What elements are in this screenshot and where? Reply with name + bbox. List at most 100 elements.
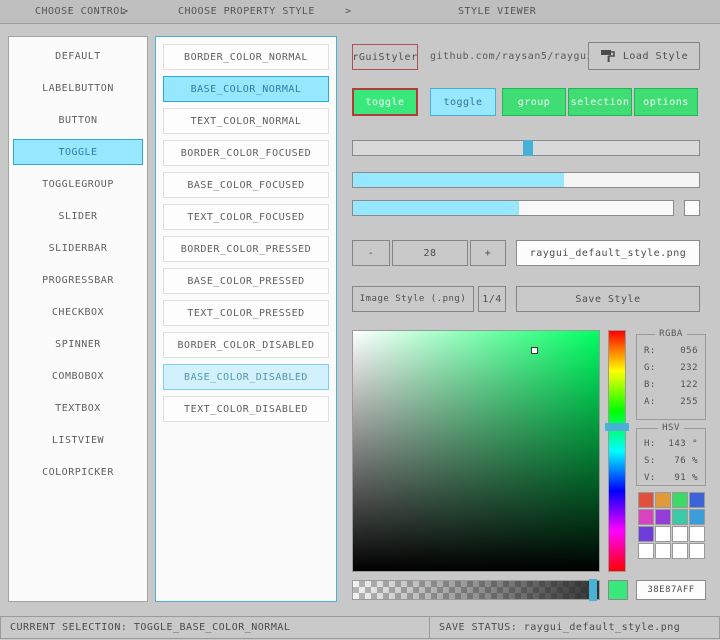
hsv-hue-row: H: 143 ° bbox=[637, 436, 705, 453]
palette-swatch[interactable] bbox=[655, 492, 671, 508]
palette-swatch[interactable] bbox=[655, 543, 671, 559]
control-item-sliderbar[interactable]: SLIDERBAR bbox=[13, 235, 143, 261]
property-item-base-color-pressed[interactable]: BASE_COLOR_PRESSED bbox=[163, 268, 329, 294]
hue-bar[interactable] bbox=[608, 330, 626, 572]
status-current-selection: CURRENT SELECTION: TOGGLE_BASE_COLOR_NOR… bbox=[0, 616, 430, 639]
hex-color-textbox[interactable]: 38E87AFF bbox=[636, 580, 706, 600]
palette-swatch[interactable] bbox=[689, 492, 705, 508]
palette-swatch[interactable] bbox=[638, 543, 654, 559]
property-item-text-color-focused[interactable]: TEXT_COLOR_FOCUSED bbox=[163, 204, 329, 230]
alpha-bar-handle[interactable] bbox=[589, 579, 597, 601]
image-style-combobox[interactable]: Image Style (.png) bbox=[352, 286, 474, 312]
preview-togglegroup-options[interactable]: options bbox=[634, 88, 698, 116]
rgba-green-row: G: 232 bbox=[637, 360, 705, 377]
load-style-button[interactable]: Load Style bbox=[588, 42, 700, 70]
control-item-slider[interactable]: SLIDER bbox=[13, 203, 143, 229]
slider-handle[interactable] bbox=[523, 140, 533, 156]
hue-bar-handle[interactable] bbox=[605, 423, 629, 431]
control-item-default[interactable]: DEFAULT bbox=[13, 43, 143, 69]
control-item-combobox[interactable]: COMBOBOX bbox=[13, 363, 143, 389]
property-item-base-color-focused[interactable]: BASE_COLOR_FOCUSED bbox=[163, 172, 329, 198]
header-bar: CHOOSE CONTROL > CHOOSE PROPERTY STYLE >… bbox=[0, 0, 720, 24]
property-item-text-color-normal[interactable]: TEXT_COLOR_NORMAL bbox=[163, 108, 329, 134]
header-separator-2: > bbox=[345, 0, 352, 24]
control-item-textbox[interactable]: TEXTBOX bbox=[13, 395, 143, 421]
save-style-button[interactable]: Save Style bbox=[516, 286, 700, 312]
property-item-text-color-disabled[interactable]: TEXT_COLOR_DISABLED bbox=[163, 396, 329, 422]
hsv-saturation-value: 76 % bbox=[674, 453, 698, 470]
repo-link[interactable]: github.com/raysan5/raygui bbox=[430, 44, 593, 70]
rgba-blue-row: B: 122 bbox=[637, 377, 705, 394]
property-item-base-color-disabled[interactable]: BASE_COLOR_DISABLED bbox=[163, 364, 329, 390]
preview-toggle[interactable]: toggle bbox=[430, 88, 496, 116]
combobox-counter[interactable]: 1/4 bbox=[478, 286, 506, 312]
saturation-value-picker[interactable] bbox=[352, 330, 600, 572]
rgba-green-value: 232 bbox=[680, 360, 698, 377]
rgba-red-value: 056 bbox=[680, 343, 698, 360]
control-item-progressbar[interactable]: PROGRESSBAR bbox=[13, 267, 143, 293]
property-item-border-color-focused[interactable]: BORDER_COLOR_FOCUSED bbox=[163, 140, 329, 166]
palette-swatch[interactable] bbox=[672, 492, 688, 508]
property-item-border-color-pressed[interactable]: BORDER_COLOR_PRESSED bbox=[163, 236, 329, 262]
rgba-green-label: G: bbox=[644, 360, 656, 377]
hsv-value-value: 91 % bbox=[674, 470, 698, 487]
control-item-toggle[interactable]: TOGGLE bbox=[13, 139, 143, 165]
control-item-listview[interactable]: LISTVIEW bbox=[13, 427, 143, 453]
paint-roller-icon bbox=[600, 48, 616, 64]
rgba-alpha-value: 255 bbox=[680, 394, 698, 411]
preview-slider[interactable] bbox=[352, 140, 700, 156]
rgba-alpha-row: A: 255 bbox=[637, 394, 705, 411]
hsv-hue-value: 143 ° bbox=[668, 436, 698, 453]
header-choose-property-style: CHOOSE PROPERTY STYLE bbox=[178, 0, 315, 24]
palette-swatch[interactable] bbox=[689, 543, 705, 559]
control-item-colorpicker[interactable]: COLORPICKER bbox=[13, 459, 143, 485]
preview-toggle-active[interactable]: toggle bbox=[352, 88, 418, 116]
spinner-plus-button[interactable]: + bbox=[470, 240, 506, 266]
palette-swatch[interactable] bbox=[655, 509, 671, 525]
palette-swatch[interactable] bbox=[672, 509, 688, 525]
current-color-swatch bbox=[608, 580, 628, 600]
rgba-blue-label: B: bbox=[644, 377, 656, 394]
hsv-value-row: V: 91 % bbox=[637, 470, 705, 487]
palette-swatch[interactable] bbox=[655, 526, 671, 542]
preview-togglegroup-selection[interactable]: selection bbox=[568, 88, 632, 116]
controls-list-panel: DEFAULT LABELBUTTON BUTTON TOGGLE TOGGLE… bbox=[8, 36, 148, 602]
control-item-spinner[interactable]: SPINNER bbox=[13, 331, 143, 357]
spinner-value[interactable]: 28 bbox=[392, 240, 468, 266]
rgba-alpha-label: A: bbox=[644, 394, 656, 411]
palette-swatch[interactable] bbox=[672, 526, 688, 542]
palette-swatch[interactable] bbox=[672, 543, 688, 559]
hsv-saturation-row: S: 76 % bbox=[637, 453, 705, 470]
palette-swatch[interactable] bbox=[638, 509, 654, 525]
color-picker-marker[interactable] bbox=[531, 347, 538, 354]
control-item-labelbutton[interactable]: LABELBUTTON bbox=[13, 75, 143, 101]
properties-list-panel: BORDER_COLOR_NORMAL BASE_COLOR_NORMAL TE… bbox=[155, 36, 337, 602]
palette-swatch[interactable] bbox=[638, 492, 654, 508]
preview-sliderbar[interactable] bbox=[352, 172, 700, 188]
hsv-value-label: V: bbox=[644, 470, 656, 487]
palette-swatch[interactable] bbox=[638, 526, 654, 542]
header-separator-1: > bbox=[122, 0, 129, 24]
property-item-text-color-pressed[interactable]: TEXT_COLOR_PRESSED bbox=[163, 300, 329, 326]
filename-textbox[interactable]: raygui_default_style.png bbox=[516, 240, 700, 266]
progressbar-fill bbox=[353, 201, 519, 215]
property-item-base-color-normal[interactable]: BASE_COLOR_NORMAL bbox=[163, 76, 329, 102]
header-choose-control: CHOOSE CONTROL bbox=[35, 0, 126, 24]
palette-swatch[interactable] bbox=[689, 509, 705, 525]
spinner-minus-button[interactable]: - bbox=[352, 240, 390, 266]
preview-checkbox[interactable] bbox=[684, 200, 700, 216]
alpha-bar[interactable] bbox=[352, 580, 600, 600]
hsv-group-title: HSV bbox=[658, 423, 684, 433]
preview-togglegroup-group[interactable]: group bbox=[502, 88, 566, 116]
control-item-togglegroup[interactable]: TOGGLEGROUP bbox=[13, 171, 143, 197]
preview-progressbar bbox=[352, 200, 674, 216]
property-item-border-color-normal[interactable]: BORDER_COLOR_NORMAL bbox=[163, 44, 329, 70]
brand-label: rGuiStyler bbox=[352, 52, 417, 63]
palette-swatch[interactable] bbox=[689, 526, 705, 542]
rgba-group-box: RGBA R: 056 G: 232 B: 122 A: 255 bbox=[636, 334, 706, 420]
rgba-red-row: R: 056 bbox=[637, 343, 705, 360]
control-item-button[interactable]: BUTTON bbox=[13, 107, 143, 133]
load-style-label: Load Style bbox=[623, 51, 688, 62]
control-item-checkbox[interactable]: CHECKBOX bbox=[13, 299, 143, 325]
property-item-border-color-disabled[interactable]: BORDER_COLOR_DISABLED bbox=[163, 332, 329, 358]
